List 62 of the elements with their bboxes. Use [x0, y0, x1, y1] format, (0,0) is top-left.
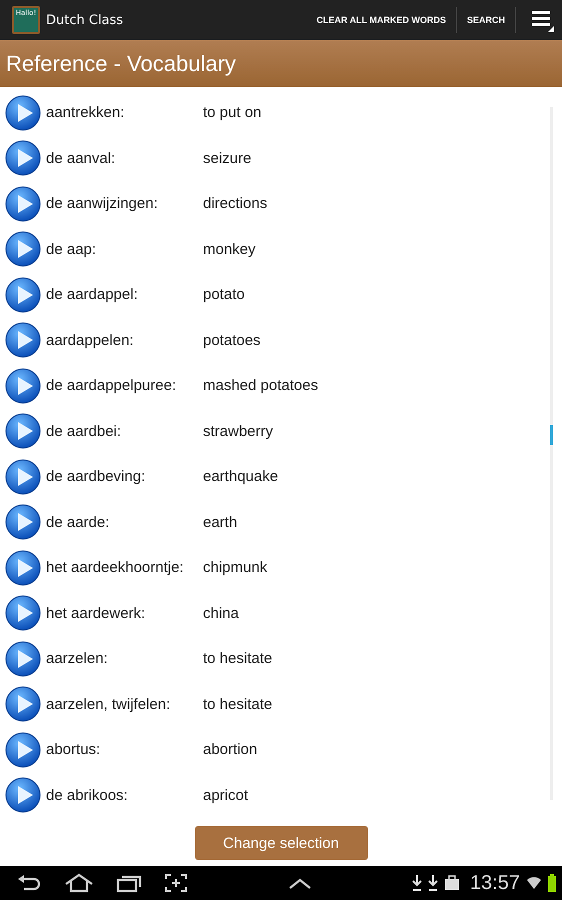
play-icon[interactable]	[5, 368, 41, 404]
dutch-word: de aardbeving:	[45, 468, 146, 486]
english-translation: monkey	[203, 240, 256, 258]
english-translation: mashed potatoes	[203, 377, 318, 394]
english-translation: abortion	[203, 741, 258, 758]
dutch-word: de abrikoos:	[45, 786, 129, 804]
english-translation: strawberry	[203, 422, 274, 440]
english-translation: earth	[203, 514, 238, 531]
action-button[interactable]: CLEAR ALL MARKED WORDS	[312, 15, 450, 25]
dutch-word: aarzelen, twijfelen:	[45, 696, 172, 713]
battery-icon	[548, 874, 556, 892]
english-translation: apricot	[203, 786, 248, 804]
chevron-up-icon[interactable]	[288, 876, 312, 890]
menu-icon[interactable]	[530, 8, 554, 32]
english-translation: to hesitate	[203, 696, 272, 713]
dutch-word: de aardappelpuree:	[45, 377, 178, 394]
play-icon[interactable]	[5, 186, 41, 222]
play-icon[interactable]	[5, 231, 41, 268]
play-icon[interactable]	[5, 94, 41, 131]
notification-icons-drawing	[412, 873, 462, 893]
back-icon[interactable]	[16, 873, 42, 893]
dutch-word: de aap:	[45, 240, 98, 258]
play-icon[interactable]	[5, 504, 41, 540]
play-icon[interactable]	[5, 140, 41, 176]
dutch-word: de aardbei:	[45, 422, 122, 440]
dutch-word: het aardewerk:	[45, 604, 146, 622]
dutch-word: aarzelen:	[45, 650, 109, 668]
clock-time: 13:57	[470, 872, 520, 894]
dutch-word: aantrekken:	[45, 104, 126, 122]
english-translation: to hesitate	[203, 650, 272, 668]
play-icon[interactable]	[5, 640, 41, 677]
dutch-word: de aanval:	[45, 150, 116, 167]
play-icon[interactable]	[5, 276, 41, 313]
dutch-word: aardappelen:	[45, 332, 135, 349]
dutch-word: abortus:	[45, 741, 102, 758]
english-translation: seizure	[203, 150, 252, 167]
dutch-word: de aardappel:	[45, 286, 139, 304]
play-icon[interactable]	[5, 686, 41, 722]
play-icon[interactable]	[5, 322, 41, 358]
english-translation: chipmunk	[203, 559, 268, 576]
screenshot-icon[interactable]	[164, 873, 188, 893]
play-icon[interactable]	[5, 458, 41, 495]
play-icon[interactable]	[5, 413, 41, 450]
dutch-word: het aardeekhoorntje:	[45, 559, 185, 576]
change-selection-button[interactable]: Change selection	[194, 826, 368, 860]
play-icon[interactable]	[5, 777, 41, 814]
recent-apps-icon[interactable]	[116, 873, 142, 893]
play-icon[interactable]	[5, 595, 41, 632]
english-translation: potatoes	[203, 332, 261, 349]
section-title: Reference - Vocabulary	[6, 50, 236, 76]
dutch-word: de aarde:	[45, 514, 110, 531]
english-translation: china	[203, 604, 239, 622]
dutch-word: de aanwijzingen:	[45, 195, 159, 212]
play-icon[interactable]	[5, 732, 41, 768]
action-button[interactable]: SEARCH	[462, 15, 509, 25]
english-translation: directions	[203, 195, 268, 212]
english-translation: to put on	[203, 104, 262, 122]
english-translation: earthquake	[203, 468, 278, 486]
play-icon[interactable]	[5, 550, 41, 586]
home-icon[interactable]	[64, 873, 94, 893]
app-title: Dutch Class	[46, 12, 124, 28]
english-translation: potato	[203, 286, 245, 304]
